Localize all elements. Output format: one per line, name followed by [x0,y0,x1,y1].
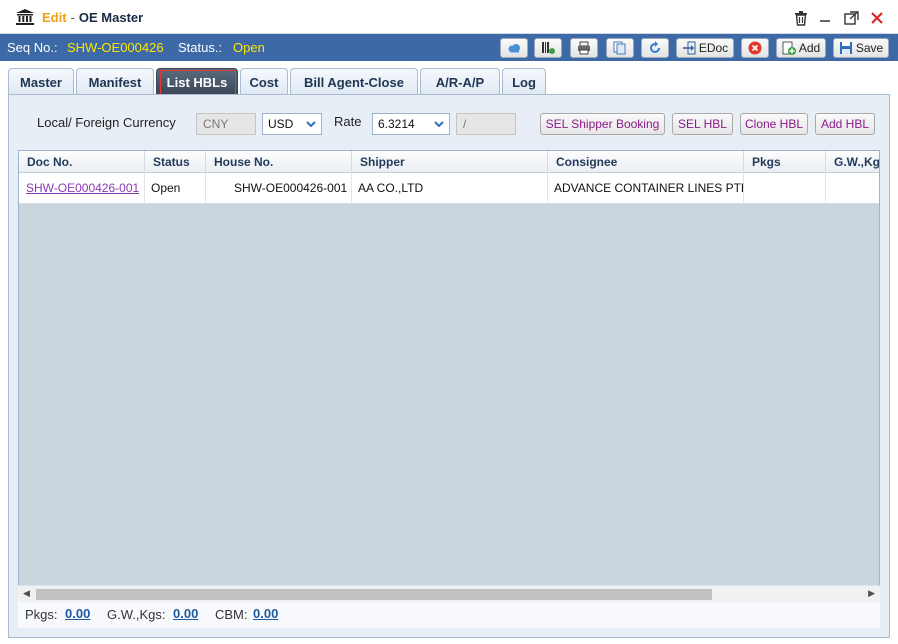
edoc-button-label: EDoc [698,41,729,55]
pkgs-total-label: Pkgs: [25,607,58,622]
column-header-gw[interactable]: G.W.,Kg [826,151,879,173]
refresh-icon [650,41,660,53]
gw-total-label: G.W.,Kgs: [107,607,166,622]
import-icon [682,41,696,55]
scroll-right-icon[interactable]: ▶ [868,588,875,599]
cbm-total-value[interactable]: 0.00 [253,606,278,621]
gw-total-value[interactable]: 0.00 [173,606,198,621]
copy-icon [613,41,626,55]
save-button[interactable]: Save [833,38,889,58]
record-info-bar: Seq No.: SHW-OE000426 Status.: Open EDoc… [0,34,898,61]
barcode-icon [542,42,555,54]
column-header-shipper[interactable]: Shipper [352,151,548,173]
minimize-icon[interactable] [816,9,834,27]
tab-bill-agent-close[interactable]: Bill Agent-Close [290,68,418,95]
print-button[interactable] [570,38,598,58]
save-button-label: Save [855,41,884,55]
rate-value: 6.3214 [378,117,415,131]
status-label: Status.: [178,40,223,55]
window-titlebar: Edit - OE Master [0,0,898,34]
cloud-icon [508,44,520,53]
scrollbar-thumb[interactable] [36,589,712,600]
add-hbl-button[interactable]: Add HBL [815,113,875,135]
cloud-button[interactable] [500,38,528,58]
totals-footer: Pkgs: 0.00 G.W.,Kgs: 0.00 CBM: 0.00 [18,602,880,628]
bank-icon [16,9,34,25]
rate-divider-field: / [456,113,516,135]
foreign-currency-value: USD [268,117,294,131]
trash-icon[interactable] [792,9,810,27]
window-mode: Edit [42,10,67,25]
grid-header: Doc No. Status House No. Shipper Consign… [19,151,879,173]
window-title-text: OE Master [78,10,144,25]
pkgs-total-value[interactable]: 0.00 [65,606,90,621]
chevron-down-icon [434,121,444,128]
sel-hbl-button[interactable]: SEL HBL [672,113,733,135]
add-button[interactable]: Add [776,38,826,58]
row-pkgs [744,173,826,204]
barcode-button[interactable] [534,38,562,58]
row-gw [826,173,879,204]
tab-master[interactable]: Master [8,68,74,95]
column-header-doc-no[interactable]: Doc No. [19,151,145,173]
foreign-currency-select[interactable]: USD [262,113,322,135]
tab-log[interactable]: Log [502,68,546,95]
status-value: Open [233,40,265,55]
edoc-button[interactable]: EDoc [676,38,734,58]
currency-label: Local/ Foreign Currency [37,115,176,130]
add-document-icon [782,41,796,55]
save-icon [839,42,852,54]
cancel-button[interactable] [741,38,769,58]
doc-no-link[interactable]: SHW-OE000426-001 [19,173,145,204]
rate-label: Rate [334,114,362,129]
row-shipper: AA CO.,LTD [352,173,548,204]
column-header-house-no[interactable]: House No. [206,151,352,173]
seq-no-value: SHW-OE000426 [67,40,164,55]
refresh-button[interactable] [641,38,669,58]
window-title: Edit - OE Master [42,10,144,25]
row-consignee: ADVANCE CONTAINER LINES PTE [548,173,744,204]
row-status: Open [145,173,206,204]
column-header-consignee[interactable]: Consignee [548,151,744,173]
column-header-pkgs[interactable]: Pkgs [744,151,826,173]
maximize-icon[interactable] [842,9,860,27]
table-row[interactable]: SHW-OE000426-001 Open SHW-OE000426-001 A… [19,173,879,204]
seq-no-label: Seq No.: [7,40,58,55]
clone-hbl-button[interactable]: Clone HBL [740,113,808,135]
tab-list-hbls[interactable]: List HBLs [156,68,238,95]
rate-select[interactable]: 6.3214 [372,113,450,135]
tab-cost[interactable]: Cost [240,68,288,95]
cancel-circle-icon [748,41,762,55]
horizontal-scrollbar[interactable]: ◀ ▶ [18,585,880,602]
printer-icon [578,41,590,55]
hbl-grid: Doc No. Status House No. Shipper Consign… [18,150,880,602]
cbm-total-label: CBM: [215,607,248,622]
tab-manifest[interactable]: Manifest [76,68,154,95]
sel-shipper-booking-button[interactable]: SEL Shipper Booking [540,113,665,135]
add-button-label: Add [798,41,821,55]
copy-button[interactable] [606,38,634,58]
scroll-left-icon[interactable]: ◀ [23,588,30,599]
local-currency-field: CNY [196,113,256,135]
chevron-down-icon [306,121,316,128]
row-house-no: SHW-OE000426-001 [206,173,352,204]
column-header-status[interactable]: Status [145,151,206,173]
close-icon[interactable] [868,9,886,27]
tab-ar-ap[interactable]: A/R-A/P [420,68,500,95]
